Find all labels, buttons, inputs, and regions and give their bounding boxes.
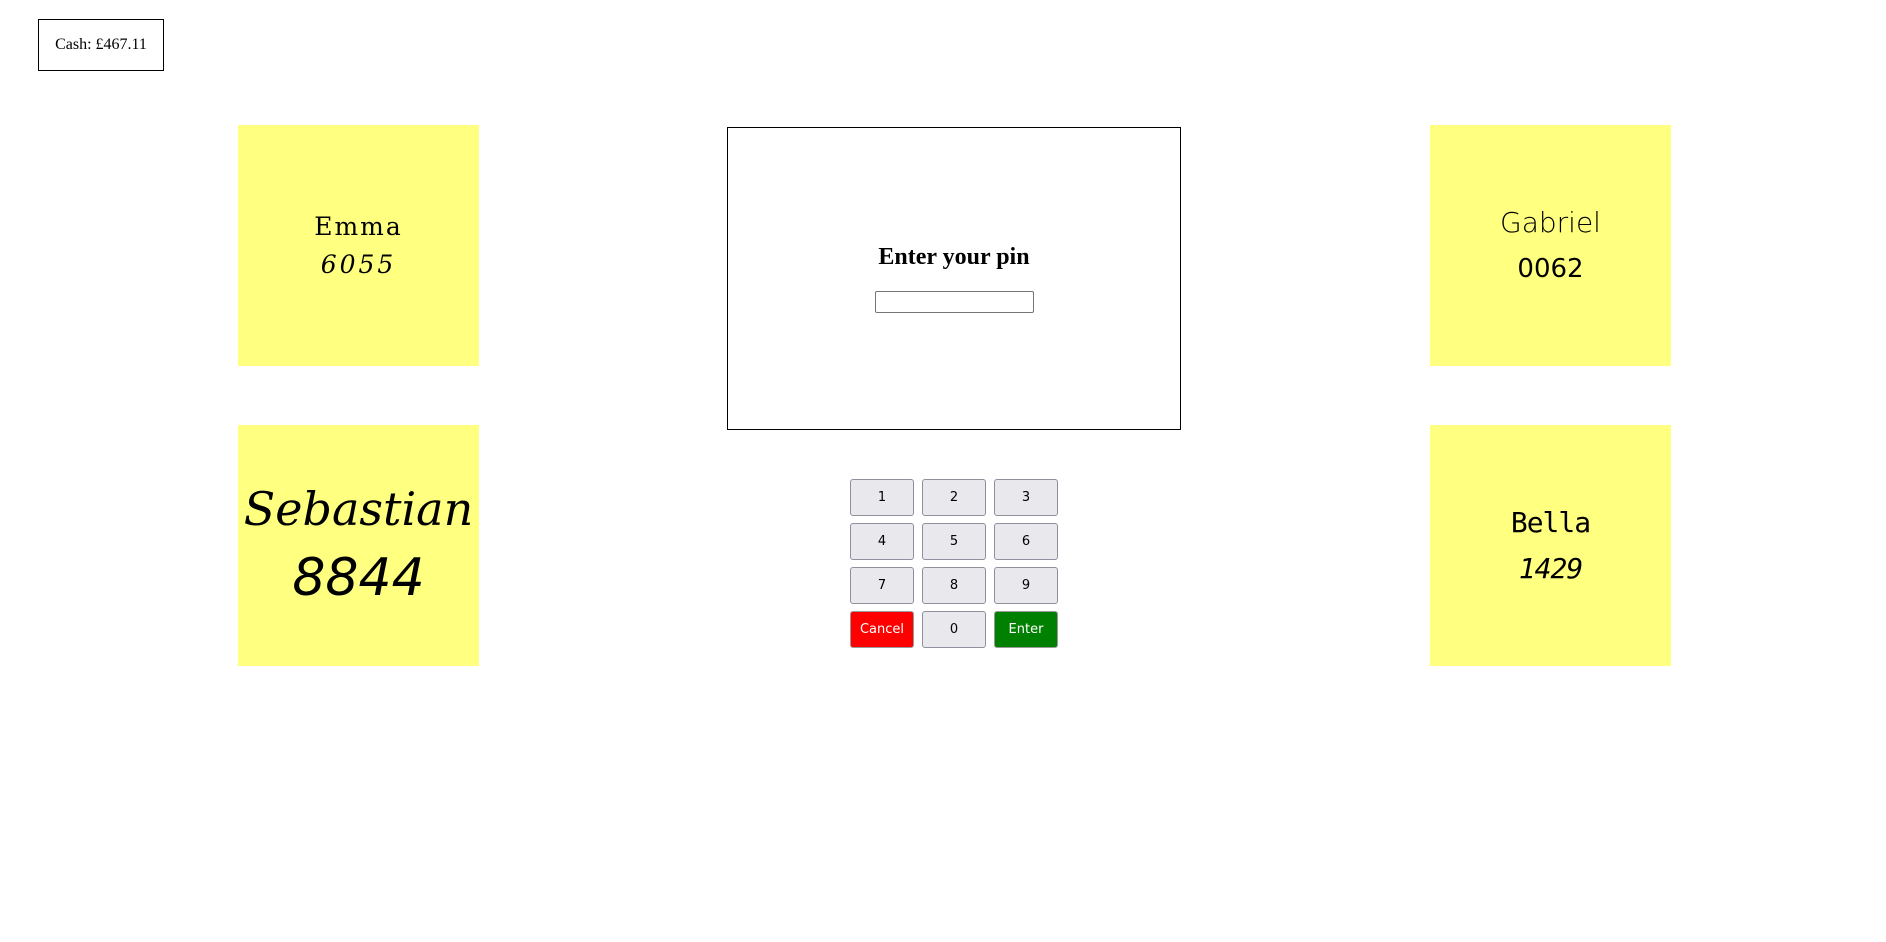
- enter-button[interactable]: Enter: [994, 611, 1058, 648]
- key-3-button[interactable]: 3: [994, 479, 1058, 516]
- key-2-button[interactable]: 2: [922, 479, 986, 516]
- sticky-note-name: Gabriel: [1500, 206, 1601, 240]
- sticky-note-bella: Bella 1429: [1430, 425, 1671, 666]
- pin-prompt: Enter your pin: [878, 244, 1030, 270]
- sticky-note-name: Bella: [1510, 505, 1591, 539]
- cash-display: Cash: £467.11: [38, 19, 164, 71]
- pin-input[interactable]: [874, 291, 1034, 313]
- atm-page: Cash: £467.11 Emma 6055 Gabriel 0062 Seb…: [0, 0, 1886, 942]
- sticky-note-name: Emma: [314, 211, 403, 241]
- sticky-note-pin: 8844: [292, 547, 425, 608]
- cancel-button[interactable]: Cancel: [850, 611, 914, 648]
- keypad: 1 2 3 4 5 6 7 8 9 Cancel 0 Enter: [850, 479, 1060, 648]
- sticky-note-sebastian: Sebastian 8844: [238, 425, 479, 666]
- key-1-button[interactable]: 1: [850, 479, 914, 516]
- cash-label: Cash: £467.11: [55, 36, 147, 53]
- sticky-note-pin: 6055: [320, 249, 397, 279]
- atm-screen: Enter your pin: [727, 127, 1181, 430]
- key-4-button[interactable]: 4: [850, 523, 914, 560]
- sticky-note-name: Sebastian: [243, 481, 474, 536]
- sticky-note-emma: Emma 6055: [238, 125, 479, 366]
- key-8-button[interactable]: 8: [922, 567, 986, 604]
- key-5-button[interactable]: 5: [922, 523, 986, 560]
- key-7-button[interactable]: 7: [850, 567, 914, 604]
- sticky-note-pin: 1429: [1518, 551, 1583, 585]
- sticky-note-pin: 0062: [1517, 253, 1584, 284]
- key-6-button[interactable]: 6: [994, 523, 1058, 560]
- key-0-button[interactable]: 0: [922, 611, 986, 648]
- key-9-button[interactable]: 9: [994, 567, 1058, 604]
- sticky-note-gabriel: Gabriel 0062: [1430, 125, 1671, 366]
